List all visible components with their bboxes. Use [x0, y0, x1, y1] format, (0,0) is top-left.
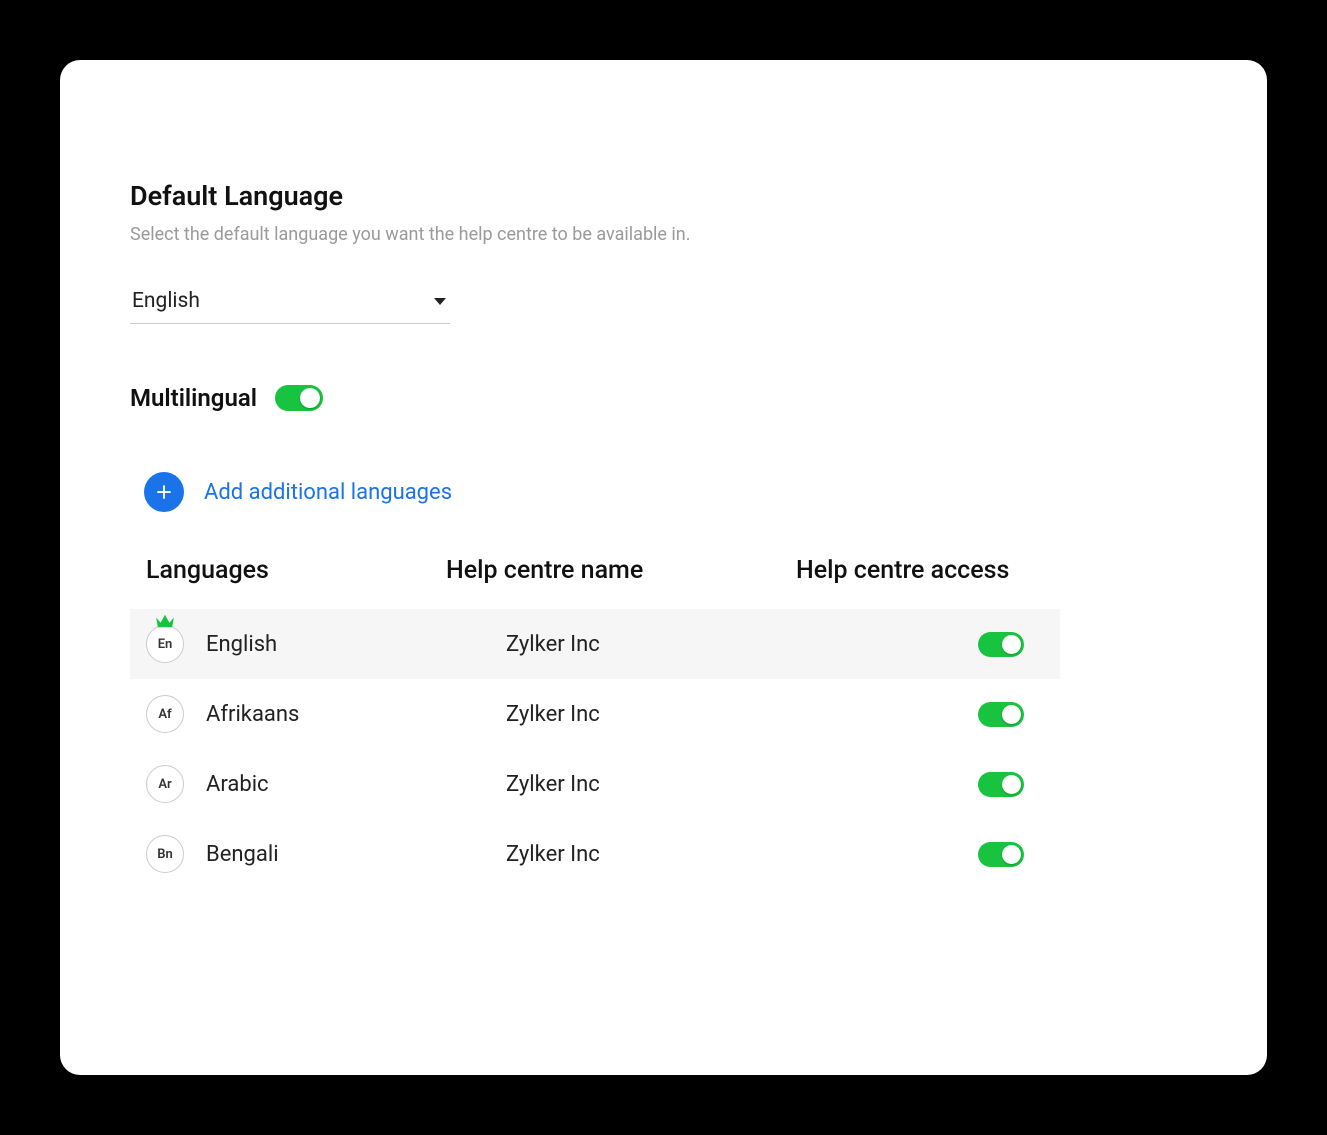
add-language-button[interactable]: Add additional languages: [130, 472, 1197, 512]
help-centre-name: Zylker Inc: [446, 842, 796, 867]
caret-down-icon: [434, 298, 446, 305]
languages-table: Languages Help centre name Help centre a…: [130, 556, 1060, 889]
default-language-desc: Select the default language you want the…: [130, 224, 1197, 245]
default-language-title: Default Language: [130, 180, 1197, 212]
language-code-badge: Bn: [146, 835, 184, 873]
multilingual-toggle[interactable]: [275, 385, 323, 411]
default-language-value: English: [132, 289, 200, 313]
language-cell: Ar Arabic: [146, 765, 446, 803]
header-languages: Languages: [146, 556, 446, 585]
language-name: English: [206, 632, 277, 657]
language-code-badge: Ar: [146, 765, 184, 803]
toggle-knob: [1002, 635, 1021, 654]
language-code: Ar: [158, 777, 171, 792]
access-toggle[interactable]: [978, 702, 1024, 727]
language-code: Af: [158, 707, 171, 722]
language-name: Arabic: [206, 772, 269, 797]
language-code-badge: En: [146, 625, 184, 663]
language-code-badge: Af: [146, 695, 184, 733]
access-toggle[interactable]: [978, 842, 1024, 867]
add-language-label: Add additional languages: [204, 480, 452, 505]
table-header: Languages Help centre name Help centre a…: [130, 556, 1060, 609]
help-centre-access-cell: [796, 702, 1044, 727]
table-row: Ar Arabic Zylker Inc: [130, 749, 1060, 819]
header-help-access: Help centre access: [796, 556, 1044, 585]
help-centre-access-cell: [796, 842, 1044, 867]
toggle-knob: [1002, 845, 1021, 864]
table-row: Bn Bengali Zylker Inc: [130, 819, 1060, 889]
crown-icon: [154, 613, 176, 629]
language-cell: Bn Bengali: [146, 835, 446, 873]
access-toggle[interactable]: [978, 632, 1024, 657]
default-language-dropdown[interactable]: English: [130, 281, 450, 324]
multilingual-row: Multilingual: [130, 384, 1197, 412]
language-name: Afrikaans: [206, 702, 299, 727]
help-centre-access-cell: [796, 772, 1044, 797]
language-name: Bengali: [206, 842, 279, 867]
settings-card: Default Language Select the default lang…: [60, 60, 1267, 1075]
language-code: Bn: [157, 847, 173, 862]
multilingual-label: Multilingual: [130, 384, 257, 412]
plus-icon: [144, 472, 184, 512]
language-cell: En English: [146, 625, 446, 663]
language-cell: Af Afrikaans: [146, 695, 446, 733]
help-centre-access-cell: [796, 632, 1044, 657]
table-row: Af Afrikaans Zylker Inc: [130, 679, 1060, 749]
toggle-knob: [300, 388, 320, 408]
language-code: En: [158, 637, 173, 652]
help-centre-name: Zylker Inc: [446, 772, 796, 797]
toggle-knob: [1002, 705, 1021, 724]
header-help-name: Help centre name: [446, 556, 796, 585]
help-centre-name: Zylker Inc: [446, 632, 796, 657]
table-row: En English Zylker Inc: [130, 609, 1060, 679]
access-toggle[interactable]: [978, 772, 1024, 797]
help-centre-name: Zylker Inc: [446, 702, 796, 727]
toggle-knob: [1002, 775, 1021, 794]
